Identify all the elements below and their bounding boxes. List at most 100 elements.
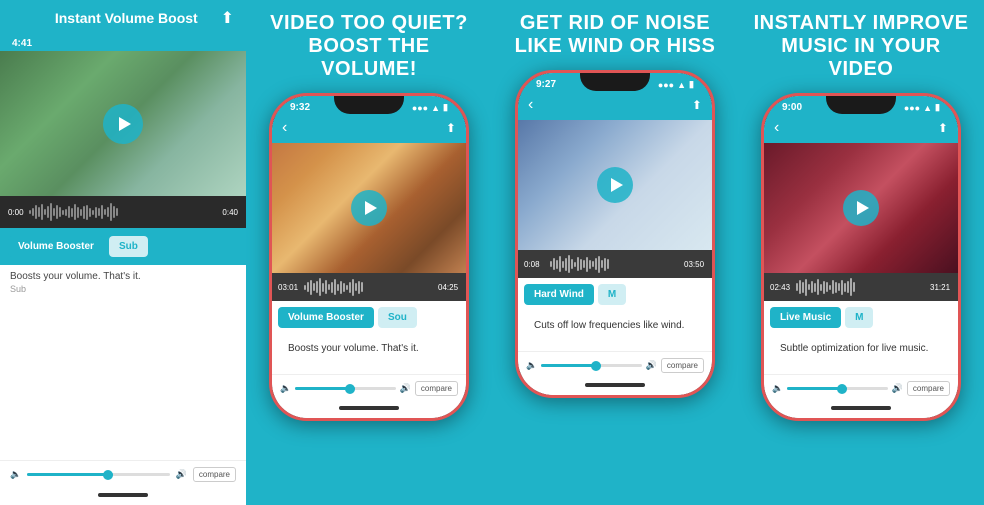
slider-icon-min-2: 🔈: [280, 383, 291, 394]
wifi-icon-3: ▲: [677, 80, 686, 90]
filter-btn-sou-2[interactable]: Sou: [378, 307, 417, 328]
status-time-4: 9:00: [782, 102, 802, 113]
waveform-end-time: 0:40: [222, 208, 238, 217]
status-icons-4: ●●● ▲ ▮: [904, 102, 940, 113]
compare-button[interactable]: compare: [193, 467, 236, 482]
volume-slider-area: 🔈 🔊 compare: [0, 460, 246, 488]
slider-icon-max-3: 🔊: [646, 360, 657, 371]
waveform-start-3: 0:08: [524, 260, 546, 269]
play-button-4[interactable]: [843, 190, 879, 226]
waveform-3: 0:08 03:50: [518, 250, 712, 278]
share-button-2[interactable]: ⬆: [446, 121, 456, 135]
waveform-bar: 0:00 0:40: [0, 196, 246, 228]
signal-icon: ●●●: [412, 103, 428, 113]
panel-volume-boost: VIDEO TOO QUIET? BOOST THE VOLUME! 9:32 …: [246, 0, 492, 505]
filter-btn-volume-2[interactable]: Volume Booster: [278, 307, 374, 328]
back-button-2[interactable]: ‹: [282, 119, 287, 137]
notch-3: [580, 73, 650, 91]
filter-btn-sub[interactable]: Sub: [109, 236, 148, 257]
play-button[interactable]: [103, 104, 143, 144]
slider-2[interactable]: [295, 387, 395, 390]
volume-slider[interactable]: [27, 473, 169, 476]
video-preview[interactable]: [0, 51, 246, 196]
bottom-bar-3: [518, 379, 712, 395]
phone-mockup-4: 9:00 ●●● ▲ ▮ ‹ ⬆: [761, 93, 961, 421]
status-time: 4:41: [0, 36, 246, 51]
filter-description-sub: Sub: [10, 284, 236, 294]
signal-icon-4: ●●●: [904, 103, 920, 113]
compare-button-2[interactable]: compare: [415, 381, 458, 396]
status-time-2: 9:32: [290, 102, 310, 113]
slider-area-4: 🔈 🔊 compare: [764, 374, 958, 402]
app-header-3: ‹ ⬆: [518, 92, 712, 120]
share-icon[interactable]: ⬆: [221, 8, 234, 28]
share-button-4[interactable]: ⬆: [938, 121, 948, 135]
phone-screen-2: 9:32 ●●● ▲ ▮ ‹ ⬆: [272, 96, 466, 418]
phone-container-3: 9:27 ●●● ▲ ▮ ‹ ⬆: [492, 70, 738, 505]
home-indicator-2: [339, 406, 399, 410]
notch-2: [334, 96, 404, 114]
home-indicator: [98, 493, 148, 497]
play-button-2[interactable]: [351, 190, 387, 226]
waveform-4: 02:43 31:21: [764, 273, 958, 301]
bottom-bar-2: [272, 402, 466, 418]
phone-container-2: 9:32 ●●● ▲ ▮ ‹ ⬆: [246, 93, 492, 505]
filter-btn-music-4[interactable]: Live Music: [770, 307, 841, 328]
play-icon-4: [857, 201, 869, 215]
phone-screen-4: 9:00 ●●● ▲ ▮ ‹ ⬆: [764, 96, 958, 418]
play-icon-3: [611, 178, 623, 192]
filter-description: Boosts your volume. That's it.: [10, 271, 236, 282]
app-top-bar: Instant Volume Boost ⬆: [0, 0, 246, 36]
play-button-3[interactable]: [597, 167, 633, 203]
phone-mockup-2: 9:32 ●●● ▲ ▮ ‹ ⬆: [269, 93, 469, 421]
desc-area-4: Subtle optimization for live music.: [764, 334, 958, 374]
share-button-3[interactable]: ⬆: [692, 98, 702, 112]
waveform-end-2: 04:25: [438, 283, 460, 292]
description-area: Boosts your volume. That's it. Sub: [0, 265, 246, 460]
filter-section-3: Hard Wind M: [518, 278, 712, 311]
home-indicator-area: [0, 488, 246, 505]
app-title: Instant Volume Boost: [55, 10, 198, 27]
play-icon-2: [365, 201, 377, 215]
phone-mockup-3: 9:27 ●●● ▲ ▮ ‹ ⬆: [515, 70, 715, 398]
wifi-icon-4: ▲: [923, 103, 932, 113]
filter-desc-4: Subtle optimization for live music.: [772, 338, 950, 357]
home-indicator-3: [585, 383, 645, 387]
slider-max-icon: 🔊: [176, 469, 187, 480]
app-header-4: ‹ ⬆: [764, 115, 958, 143]
waveform-end-3: 03:50: [684, 260, 706, 269]
slider-icon-min-4: 🔈: [772, 383, 783, 394]
battery-icon-4: ▮: [935, 102, 940, 113]
waveform-visual-2: [304, 277, 434, 297]
waveform-visual: [29, 201, 218, 223]
compare-button-4[interactable]: compare: [907, 381, 950, 396]
waveform-end-4: 31:21: [930, 283, 952, 292]
filter-btn-m-3[interactable]: M: [598, 284, 626, 305]
slider-icon-max-2: 🔊: [400, 383, 411, 394]
slider-3[interactable]: [541, 364, 641, 367]
back-button-3[interactable]: ‹: [528, 96, 533, 114]
filter-btn-m-4[interactable]: M: [845, 307, 873, 328]
video-preview-4[interactable]: [764, 143, 958, 273]
waveform-visual-4: [796, 277, 926, 297]
status-icons-3: ●●● ▲ ▮: [658, 79, 694, 90]
filter-btn-volume-booster[interactable]: Volume Booster: [8, 236, 104, 257]
battery-icon-3: ▮: [689, 79, 694, 90]
video-preview-2[interactable]: [272, 143, 466, 273]
phone-screen-3: 9:27 ●●● ▲ ▮ ‹ ⬆: [518, 73, 712, 395]
filter-desc-2: Boosts your volume. That's it.: [280, 338, 458, 357]
waveform-start-2: 03:01: [278, 283, 300, 292]
video-preview-3[interactable]: [518, 120, 712, 250]
battery-icon: ▮: [443, 102, 448, 113]
back-button-4[interactable]: ‹: [774, 119, 779, 137]
filter-desc-3: Cuts off low frequencies like wind.: [526, 315, 704, 334]
slider-4[interactable]: [787, 387, 887, 390]
panel-3-header: GET RID OF NOISE LIKE WIND OR HISS: [492, 0, 738, 70]
compare-button-3[interactable]: compare: [661, 358, 704, 373]
panel-app-title: Instant Volume Boost ⬆ 4:41 0:00 0:40 Vo…: [0, 0, 246, 505]
filter-section: Volume Booster Sub: [0, 228, 246, 265]
filter-btn-wind-3[interactable]: Hard Wind: [524, 284, 594, 305]
slider-area-3: 🔈 🔊 compare: [518, 351, 712, 379]
wifi-icon: ▲: [431, 103, 440, 113]
slider-icon-min-3: 🔈: [526, 360, 537, 371]
